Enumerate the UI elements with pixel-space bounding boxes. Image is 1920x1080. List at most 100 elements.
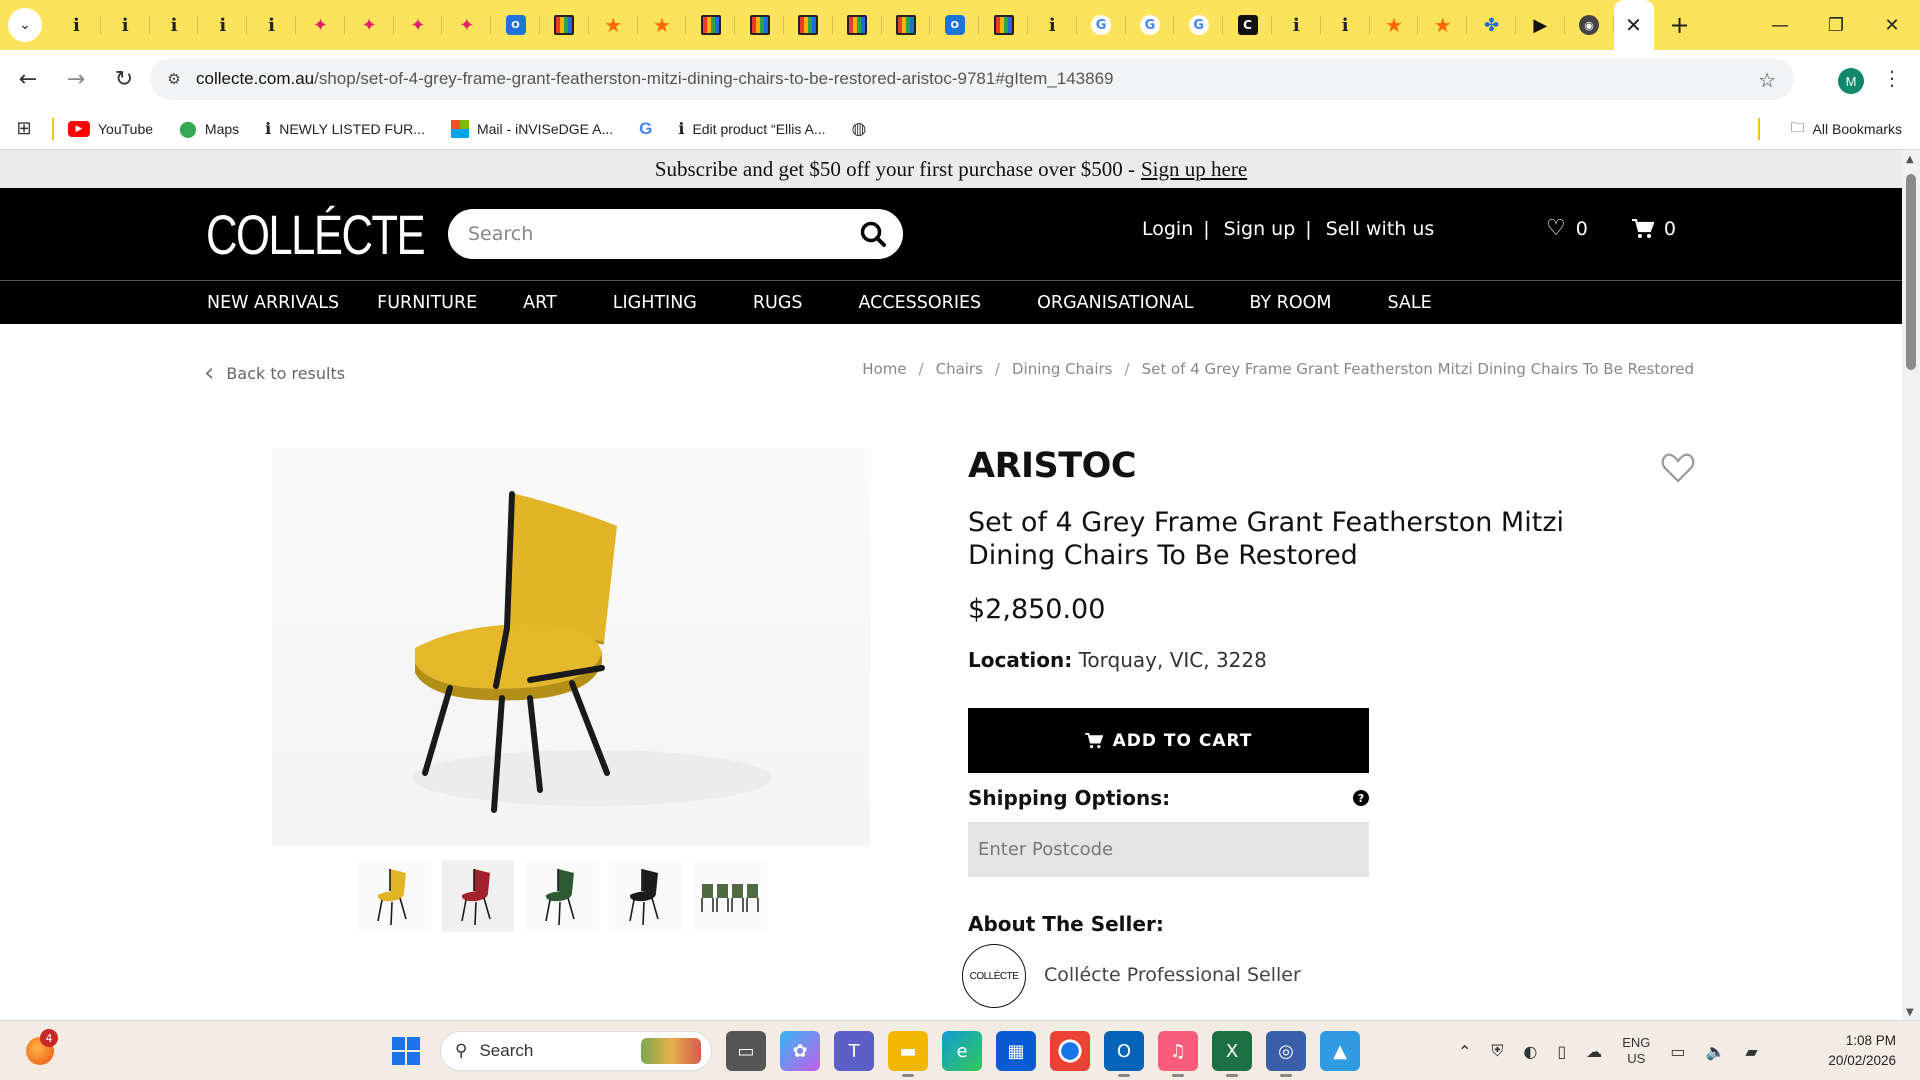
search-icon[interactable] xyxy=(859,220,887,248)
task-view-icon[interactable]: ▭ xyxy=(726,1031,766,1071)
defender-icon[interactable]: ⛨ xyxy=(1491,1041,1503,1061)
tab-21[interactable]: i xyxy=(1028,0,1077,50)
close-icon[interactable]: ✕ xyxy=(1625,13,1642,37)
tab-32[interactable]: ◉ xyxy=(1565,0,1614,50)
teams-icon[interactable]: T xyxy=(834,1031,874,1071)
volume-icon[interactable]: 🔈 xyxy=(1706,1042,1726,1061)
edge-icon[interactable]: e xyxy=(942,1031,982,1071)
language-indicator[interactable]: ENG US xyxy=(1622,1035,1650,1067)
tab-30[interactable]: ✤ xyxy=(1467,0,1516,50)
scrollbar-thumb[interactable] xyxy=(1906,174,1916,370)
seller-avatar[interactable]: COLLÉCTE xyxy=(962,944,1026,1008)
heart-icon[interactable]: ♡ xyxy=(1546,216,1566,241)
tab-3[interactable]: i xyxy=(150,0,199,50)
tab-12[interactable]: ★ xyxy=(589,0,638,50)
restore-button[interactable]: ❐ xyxy=(1808,0,1864,50)
tab-10[interactable]: O xyxy=(491,0,540,50)
tab-27[interactable]: i xyxy=(1321,0,1370,50)
tab-13[interactable]: ★ xyxy=(638,0,687,50)
seller-name[interactable]: Collécte Professional Seller xyxy=(1044,964,1301,986)
tab-31[interactable]: ▶ xyxy=(1516,0,1565,50)
help-icon[interactable]: ? xyxy=(1353,790,1369,806)
tab-16[interactable] xyxy=(784,0,833,50)
back-button[interactable]: ← xyxy=(8,59,48,99)
tab-25[interactable]: C xyxy=(1223,0,1272,50)
bookmark-maps[interactable]: ⬤ Maps xyxy=(179,119,239,139)
page-scrollbar[interactable]: ▲ ▼ xyxy=(1902,150,1920,1020)
breadcrumb-home[interactable]: Home xyxy=(862,360,906,378)
browser-menu-icon[interactable]: ⋮ xyxy=(1882,66,1902,90)
heart-icon[interactable] xyxy=(1660,450,1696,486)
tab-11[interactable] xyxy=(540,0,589,50)
tab-23[interactable]: G xyxy=(1126,0,1175,50)
file-explorer-icon[interactable]: ▬ xyxy=(888,1031,928,1077)
nav-rugs[interactable]: RUGS xyxy=(753,293,803,313)
breadcrumb-chairs[interactable]: Chairs xyxy=(936,360,983,378)
bookmark-globe[interactable]: ◍ xyxy=(852,119,867,139)
all-bookmarks-button[interactable]: 🗀 All Bookmarks xyxy=(1791,117,1902,141)
postcode-input[interactable] xyxy=(968,822,1369,877)
cart-icon[interactable] xyxy=(1631,218,1654,239)
site-info-icon[interactable]: ⚙ xyxy=(164,69,184,89)
thumb-red-chair[interactable] xyxy=(442,860,514,932)
outlook-icon[interactable]: O xyxy=(1104,1031,1144,1077)
clock[interactable]: 1:08 PM 20/02/2026 xyxy=(1828,1031,1896,1071)
tab-4[interactable]: i xyxy=(198,0,247,50)
tab-14[interactable] xyxy=(686,0,735,50)
app-tray-icon[interactable]: ◐ xyxy=(1523,1042,1537,1061)
search-input[interactable] xyxy=(468,223,828,245)
url-text[interactable]: collecte.com.au/shop/set-of-4-grey-frame… xyxy=(196,69,1113,89)
tab-24[interactable]: G xyxy=(1174,0,1223,50)
signup-link[interactable]: Sign up xyxy=(1224,218,1296,240)
bookmark-newly-listed[interactable]: i NEWLY LISTED FUR... xyxy=(265,119,425,138)
nav-new-arrivals[interactable]: NEW ARRIVALS xyxy=(207,293,339,313)
thumb-black-chair[interactable] xyxy=(610,860,682,932)
profile-avatar[interactable]: M xyxy=(1838,68,1864,94)
breadcrumb-dining-chairs[interactable]: Dining Chairs xyxy=(1012,360,1113,378)
back-to-results-link[interactable]: ‹ Back to results xyxy=(204,358,345,388)
nav-lighting[interactable]: LIGHTING xyxy=(613,293,697,313)
scroll-down-icon[interactable]: ▼ xyxy=(1906,1007,1914,1018)
bookmark-edit-product[interactable]: i Edit product “Ellis A... xyxy=(678,119,825,138)
new-tab-button[interactable]: + xyxy=(1660,5,1700,45)
bookmark-star-icon[interactable]: ☆ xyxy=(1758,68,1776,92)
tab-8[interactable]: ✦ xyxy=(394,0,443,50)
tab-22[interactable]: G xyxy=(1077,0,1126,50)
nav-by-room[interactable]: BY ROOM xyxy=(1249,293,1331,313)
nav-organisational[interactable]: ORGANISATIONAL xyxy=(1037,293,1193,313)
onedrive-icon[interactable]: ☁ xyxy=(1586,1042,1602,1061)
tab-18[interactable] xyxy=(882,0,931,50)
nav-sale[interactable]: SALE xyxy=(1387,293,1431,313)
bookmark-google[interactable]: G xyxy=(639,119,652,139)
tab-15[interactable] xyxy=(735,0,784,50)
add-to-cart-button[interactable]: ADD TO CART xyxy=(968,708,1369,773)
forward-button[interactable]: → xyxy=(56,59,96,99)
bookmark-mail[interactable]: Mail - iNVISeDGE A... xyxy=(450,119,613,138)
usb-icon[interactable]: ▯ xyxy=(1557,1042,1566,1061)
photos-icon[interactable]: ▲ xyxy=(1320,1031,1360,1071)
chevron-up-icon[interactable]: ⌃ xyxy=(1458,1042,1471,1061)
store-icon[interactable]: ▦ xyxy=(996,1031,1036,1071)
tab-5[interactable]: i xyxy=(247,0,296,50)
network-icon[interactable]: ▭ xyxy=(1670,1042,1685,1061)
tab-search-button[interactable]: ⌄ xyxy=(8,8,42,42)
copilot-icon[interactable]: ✿ xyxy=(780,1031,820,1071)
tab-1[interactable]: i xyxy=(52,0,101,50)
tab-active[interactable]: ✕ xyxy=(1613,0,1654,50)
sell-with-us-link[interactable]: Sell with us xyxy=(1326,218,1435,240)
site-logo[interactable]: COLLÉCTE xyxy=(206,202,426,267)
bookmark-youtube[interactable]: ▶ YouTube xyxy=(68,120,153,137)
tab-2[interactable]: i xyxy=(101,0,150,50)
battery-icon[interactable]: ▰ xyxy=(1745,1042,1757,1061)
tab-17[interactable] xyxy=(833,0,882,50)
thumb-green-chair[interactable] xyxy=(526,860,598,932)
thumb-yellow-chair[interactable] xyxy=(358,860,430,932)
taskbar-search[interactable]: ⚲ Search xyxy=(440,1031,712,1071)
tab-9[interactable]: ✦ xyxy=(442,0,491,50)
address-bar[interactable]: ⚙ collecte.com.au/shop/set-of-4-grey-fra… xyxy=(150,58,1794,100)
tab-20[interactable] xyxy=(979,0,1028,50)
tab-6[interactable]: ✦ xyxy=(296,0,345,50)
minimize-button[interactable]: — xyxy=(1752,0,1808,50)
product-main-image[interactable] xyxy=(272,448,870,846)
start-button[interactable] xyxy=(392,1037,420,1065)
